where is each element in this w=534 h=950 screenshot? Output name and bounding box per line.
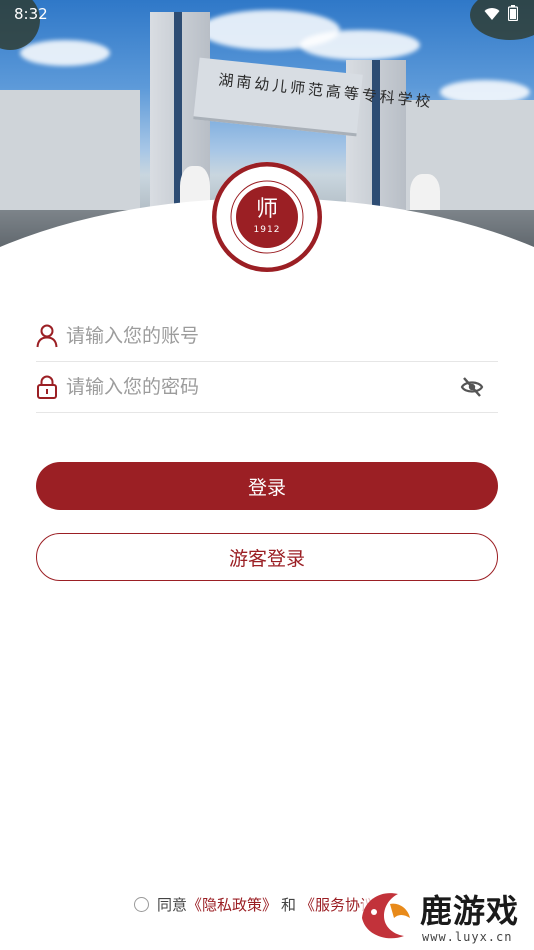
battery-icon bbox=[507, 5, 519, 25]
agreement-prefix: 同意 bbox=[157, 896, 188, 914]
guest-login-button[interactable]: 游客登录 bbox=[36, 533, 498, 581]
user-icon bbox=[36, 324, 58, 348]
status-bar: 8:32 bbox=[0, 0, 534, 28]
agreement-conjunction: 和 bbox=[281, 896, 297, 914]
agree-radio[interactable] bbox=[134, 897, 149, 912]
wifi-icon bbox=[484, 6, 500, 25]
login-button[interactable]: 登录 bbox=[36, 462, 498, 510]
deer-logo-icon bbox=[354, 884, 418, 944]
account-field[interactable] bbox=[36, 310, 498, 362]
school-emblem: 师 1912 bbox=[212, 162, 322, 272]
account-input[interactable] bbox=[66, 324, 446, 347]
lock-icon bbox=[36, 375, 58, 399]
watermark-title: 鹿游戏 bbox=[420, 892, 520, 930]
password-field[interactable] bbox=[36, 361, 498, 413]
watermark: 鹿游戏 www.luyx.cn bbox=[350, 882, 534, 950]
privacy-policy-link[interactable]: 《隐私政策》 bbox=[187, 894, 277, 915]
password-input[interactable] bbox=[66, 375, 446, 398]
status-time: 8:32 bbox=[14, 5, 48, 23]
eye-hidden-icon[interactable] bbox=[460, 375, 484, 399]
watermark-url: www.luyx.cn bbox=[422, 930, 513, 944]
login-screen: 湖南幼儿师范高等专科学校 8:32 师 1912 请输入您的账号 登录 游客登录… bbox=[0, 0, 534, 950]
